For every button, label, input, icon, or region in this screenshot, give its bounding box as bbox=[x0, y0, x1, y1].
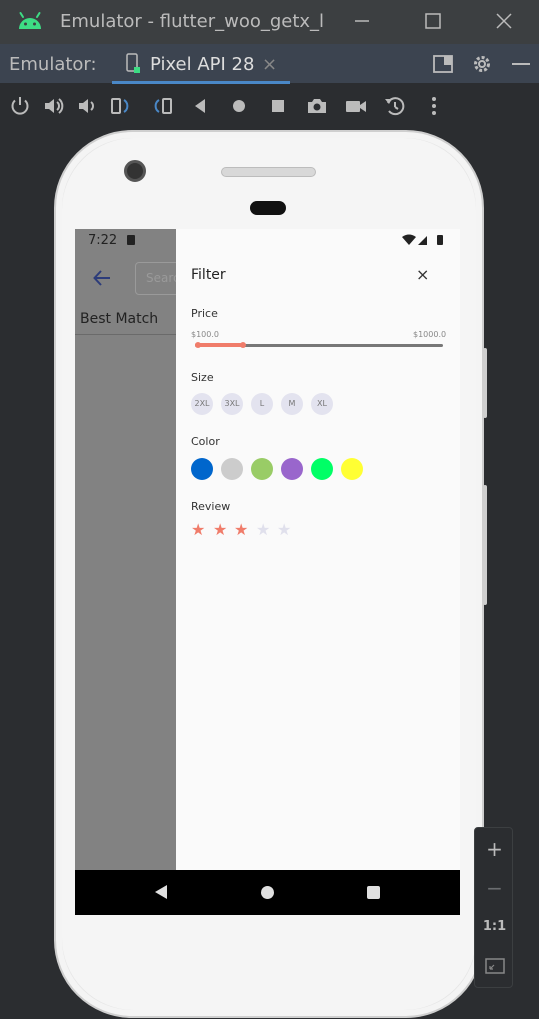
minimize-icon[interactable] bbox=[350, 9, 374, 33]
snapshot-icon[interactable] bbox=[383, 94, 407, 118]
front-camera bbox=[124, 160, 146, 182]
volume-up-icon[interactable] bbox=[42, 94, 66, 118]
rotate-right-icon[interactable] bbox=[149, 94, 173, 118]
review-label: Review bbox=[191, 500, 231, 513]
status-time: 7:22 bbox=[88, 233, 118, 248]
phone-screen: 7:22 Search Best Match Filter × Price $1… bbox=[75, 229, 460, 915]
star-icon[interactable]: ★ bbox=[191, 522, 205, 538]
emulator-tabbar: Emulator: Pixel API 28 × bbox=[0, 44, 539, 84]
color-swatch-yellow[interactable] bbox=[341, 458, 363, 480]
star-icon[interactable]: ★ bbox=[277, 522, 291, 538]
zoom-out-button[interactable]: − bbox=[475, 869, 514, 907]
color-swatch-blue[interactable] bbox=[191, 458, 213, 480]
price-slider-min-thumb[interactable] bbox=[195, 342, 201, 348]
android-logo-icon bbox=[19, 12, 41, 29]
nav-home-icon[interactable] bbox=[261, 886, 274, 899]
zoom-actual-size-button[interactable]: 1:1 bbox=[475, 908, 514, 946]
size-chip-l[interactable]: L bbox=[251, 393, 273, 415]
color-swatch-gray[interactable] bbox=[221, 458, 243, 480]
zoom-panel: + − 1:1 bbox=[474, 827, 513, 988]
home-icon[interactable] bbox=[227, 94, 251, 118]
nav-recents-icon[interactable] bbox=[367, 886, 380, 899]
phone-volume-button bbox=[483, 485, 487, 605]
tab-label: Pixel API 28 bbox=[150, 54, 255, 75]
color-swatch-green[interactable] bbox=[251, 458, 273, 480]
overview-icon[interactable] bbox=[266, 94, 290, 118]
record-icon[interactable] bbox=[344, 94, 368, 118]
tab-pixel-api-28[interactable]: Pixel API 28 × bbox=[112, 44, 290, 84]
size-chip-xl[interactable]: XL bbox=[311, 393, 333, 415]
device-icon bbox=[126, 53, 140, 73]
filter-title: Filter bbox=[191, 267, 226, 283]
zoom-in-button[interactable]: + bbox=[475, 830, 514, 868]
window-titlebar: Emulator - flutter_woo_getx_le bbox=[0, 0, 539, 44]
system-status-icons bbox=[402, 234, 443, 245]
back-icon[interactable] bbox=[188, 94, 212, 118]
search-page-scrim[interactable]: 7:22 Search Best Match bbox=[75, 229, 195, 870]
top-speaker bbox=[221, 167, 316, 177]
emulator-label: Emulator: bbox=[9, 54, 97, 75]
maximize-icon[interactable] bbox=[421, 9, 445, 33]
rotate-left-icon[interactable] bbox=[110, 94, 134, 118]
android-nav-bar bbox=[75, 870, 460, 915]
price-label: Price bbox=[191, 307, 218, 320]
volume-down-icon[interactable] bbox=[75, 94, 99, 118]
price-min-label: $100.0 bbox=[191, 330, 219, 339]
price-max-label: $1000.0 bbox=[413, 330, 447, 339]
emulator-toolbar bbox=[0, 84, 539, 128]
color-swatch-bright-green[interactable] bbox=[311, 458, 333, 480]
price-slider-range bbox=[195, 343, 242, 347]
price-slider-max-thumb[interactable] bbox=[240, 342, 246, 348]
size-chip-2xl[interactable]: 2XL bbox=[191, 393, 213, 415]
phone-power-button bbox=[483, 348, 487, 418]
star-icon[interactable]: ★ bbox=[256, 522, 270, 538]
size-label: Size bbox=[191, 371, 214, 384]
close-icon[interactable]: × bbox=[416, 265, 429, 284]
window-title: Emulator - flutter_woo_getx_le bbox=[60, 11, 325, 32]
close-window-icon[interactable] bbox=[492, 9, 516, 33]
color-label: Color bbox=[191, 435, 220, 448]
sort-best-match[interactable]: Best Match bbox=[80, 311, 158, 327]
settings-gear-icon[interactable] bbox=[471, 53, 493, 75]
star-icon[interactable]: ★ bbox=[234, 522, 248, 538]
divider bbox=[75, 334, 176, 335]
tab-close-icon[interactable]: × bbox=[262, 54, 277, 75]
size-chip-3xl[interactable]: 3XL bbox=[221, 393, 243, 415]
sim-card-icon bbox=[127, 235, 135, 245]
screenshot-icon[interactable] bbox=[305, 94, 329, 118]
back-arrow-icon[interactable] bbox=[91, 267, 113, 289]
star-icon[interactable]: ★ bbox=[213, 522, 227, 538]
nav-back-icon[interactable] bbox=[155, 885, 167, 899]
filter-drawer: Filter × Price $100.0 $1000.0 Size 2XL 3… bbox=[176, 229, 460, 870]
size-chip-m[interactable]: M bbox=[281, 393, 303, 415]
layout-icon[interactable] bbox=[432, 53, 454, 75]
color-swatch-purple[interactable] bbox=[281, 458, 303, 480]
fit-screen-icon[interactable] bbox=[485, 956, 505, 976]
hide-panel-icon[interactable] bbox=[510, 53, 532, 75]
more-icon[interactable] bbox=[422, 94, 446, 118]
power-icon[interactable] bbox=[8, 94, 32, 118]
earpiece-sensor bbox=[250, 201, 286, 215]
